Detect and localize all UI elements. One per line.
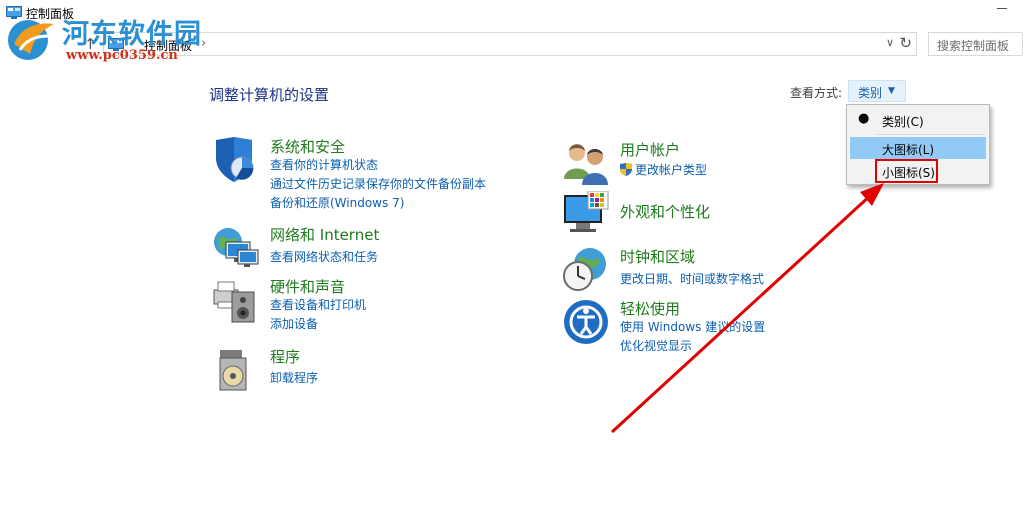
ease-of-access-icon[interactable]: [562, 298, 610, 346]
category-title[interactable]: 时钟和区域: [620, 246, 695, 267]
view-by-value: 类别: [858, 86, 883, 100]
users-icon[interactable]: [562, 139, 610, 187]
menu-item-label: 类别(C): [882, 115, 924, 129]
network-globe-icon[interactable]: [212, 224, 260, 272]
chevron-down-icon[interactable]: ∨: [886, 36, 894, 49]
link-file-history[interactable]: 通过文件历史记录保存你的文件备份副本: [270, 175, 486, 192]
link-uninstall-program[interactable]: 卸载程序: [270, 369, 318, 386]
link-optimize-display[interactable]: 优化视觉显示: [620, 337, 692, 354]
link-change-date-time[interactable]: 更改日期、时间或数字格式: [620, 270, 764, 287]
category-title[interactable]: 轻松使用: [620, 298, 680, 319]
search-placeholder: 搜索控制面板: [937, 39, 1010, 53]
menu-item-category[interactable]: ● 类别(C): [850, 109, 986, 131]
category-title[interactable]: 网络和 Internet: [270, 224, 379, 245]
shield-icon[interactable]: [212, 136, 260, 184]
link-change-account-type[interactable]: 更改帐户类型: [620, 161, 707, 178]
view-by-dropdown[interactable]: 类别 ▼: [848, 80, 906, 102]
view-by-label: 查看方式:: [790, 86, 843, 100]
category-title[interactable]: 硬件和声音: [270, 276, 345, 297]
category-title[interactable]: 程序: [270, 346, 300, 367]
printer-speaker-icon[interactable]: [212, 276, 260, 324]
watermark-name: 河东软件园: [62, 19, 202, 50]
refresh-icon[interactable]: ↻: [899, 34, 912, 52]
caret-down-icon: ▼: [888, 86, 895, 96]
category-title[interactable]: 系统和安全: [270, 136, 345, 157]
selected-dot-icon: ●: [858, 111, 870, 126]
monitor-palette-icon[interactable]: [562, 191, 610, 239]
menu-item-label: 大图标(L): [882, 143, 935, 157]
annotation-highlight-box: [875, 159, 938, 183]
search-input[interactable]: 搜索控制面板: [928, 32, 1023, 56]
address-bar[interactable]: › 控制面板 › ∨ ↻: [103, 32, 917, 56]
clock-globe-icon[interactable]: [562, 246, 610, 294]
watermark: 河东软件园 www.pc0359.cn: [4, 10, 214, 66]
uac-shield-icon: [620, 163, 632, 176]
category-title[interactable]: 外观和个性化: [620, 201, 710, 222]
menu-divider: [877, 134, 985, 135]
link-network-status[interactable]: 查看网络状态和任务: [270, 248, 378, 265]
page-title: 调整计算机的设置: [209, 86, 330, 104]
category-title[interactable]: 用户帐户: [620, 139, 680, 160]
annotation-arrow-icon: [610, 183, 884, 434]
link-devices-printers[interactable]: 查看设备和打印机: [270, 296, 366, 313]
watermark-logo-icon: [8, 20, 54, 60]
link-change-account-type-label: 更改帐户类型: [635, 163, 708, 177]
watermark-url: www.pc0359.cn: [66, 48, 178, 63]
link-view-computer-status[interactable]: 查看你的计算机状态: [270, 156, 378, 173]
link-recommended-settings[interactable]: 使用 Windows 建议的设置: [620, 318, 765, 335]
programs-disc-icon[interactable]: [212, 346, 260, 394]
menu-item-large-icons[interactable]: 大图标(L): [850, 137, 986, 159]
link-backup-restore[interactable]: 备份和还原(Windows 7): [270, 194, 404, 211]
link-add-device[interactable]: 添加设备: [270, 315, 318, 332]
minimize-button[interactable]: [997, 8, 1007, 9]
